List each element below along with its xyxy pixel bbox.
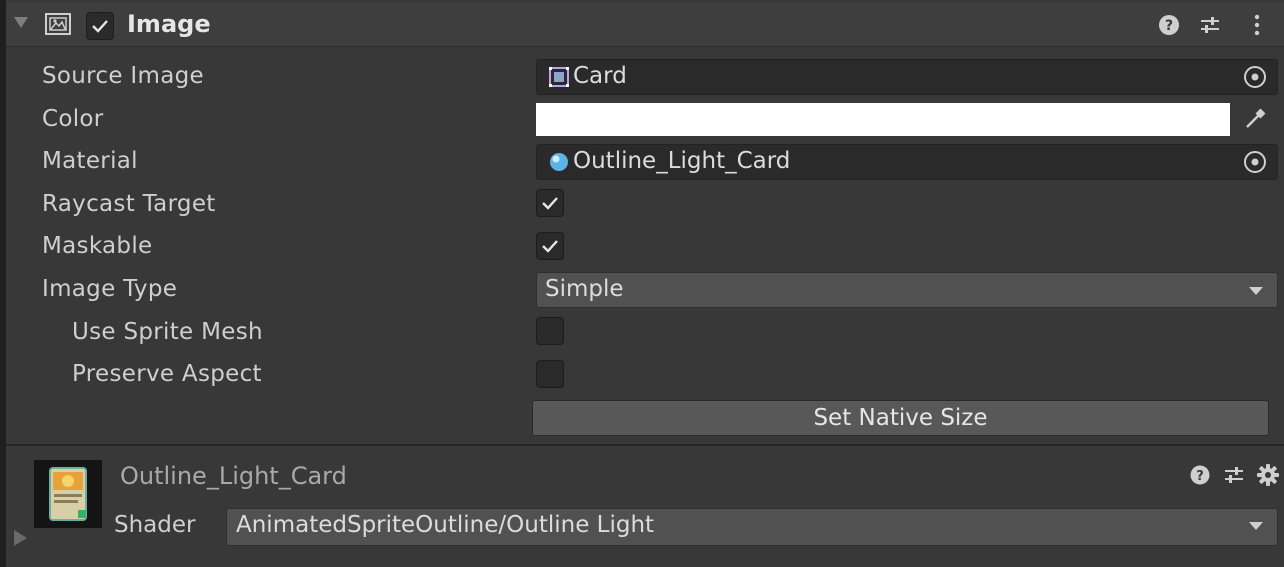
maskable-label: Maskable xyxy=(42,233,153,259)
eyedropper-icon[interactable] xyxy=(1242,106,1268,132)
maskable-checkbox[interactable] xyxy=(536,232,564,260)
sprite-icon xyxy=(548,66,570,88)
material-sphere-icon xyxy=(548,151,570,173)
more-icon[interactable] xyxy=(1245,13,1269,37)
chevron-down-icon xyxy=(1249,522,1263,530)
component-enabled-checkbox[interactable] xyxy=(86,12,114,40)
source-image-value: Card xyxy=(573,63,627,89)
set-native-size-button[interactable]: Set Native Size xyxy=(532,400,1269,436)
color-label: Color xyxy=(42,106,104,132)
material-value: Outline_Light_Card xyxy=(573,148,791,174)
preserve-aspect-label: Preserve Aspect xyxy=(72,361,262,387)
material-name: Outline_Light_Card xyxy=(120,462,347,490)
presets-icon[interactable] xyxy=(1223,464,1245,486)
use-sprite-mesh-checkbox[interactable] xyxy=(536,317,564,345)
object-picker-icon[interactable] xyxy=(1242,64,1268,90)
image-type-dropdown[interactable] xyxy=(536,272,1278,308)
shader-value: AnimatedSpriteOutline/Outline Light xyxy=(236,512,655,538)
component-title: Image xyxy=(127,10,211,38)
help-icon[interactable]: ? xyxy=(1189,464,1211,486)
material-preview-thumbnail[interactable] xyxy=(34,460,102,528)
raycast-target-checkbox[interactable] xyxy=(536,189,564,217)
chevron-down-icon xyxy=(1249,287,1263,295)
use-sprite-mesh-label: Use Sprite Mesh xyxy=(72,319,263,345)
source-image-field[interactable] xyxy=(536,59,1278,95)
color-swatch[interactable] xyxy=(536,103,1230,136)
raycast-target-label: Raycast Target xyxy=(42,191,216,217)
preserve-aspect-checkbox[interactable] xyxy=(536,360,564,388)
gear-icon[interactable] xyxy=(1256,463,1280,487)
presets-icon[interactable] xyxy=(1198,13,1222,37)
svg-text:?: ? xyxy=(1165,18,1173,34)
foldout-arrow-icon[interactable] xyxy=(14,17,28,28)
image-component-icon xyxy=(44,11,72,37)
svg-text:?: ? xyxy=(1196,469,1204,484)
shader-label: Shader xyxy=(114,512,196,538)
help-icon[interactable]: ? xyxy=(1157,13,1181,37)
object-picker-icon[interactable] xyxy=(1242,149,1268,175)
source-image-label: Source Image xyxy=(42,63,204,89)
section-divider xyxy=(6,444,1284,446)
expand-arrow-icon[interactable] xyxy=(14,530,27,546)
image-type-label: Image Type xyxy=(42,276,178,302)
material-label: Material xyxy=(42,148,138,174)
image-type-value: Simple xyxy=(545,276,624,302)
